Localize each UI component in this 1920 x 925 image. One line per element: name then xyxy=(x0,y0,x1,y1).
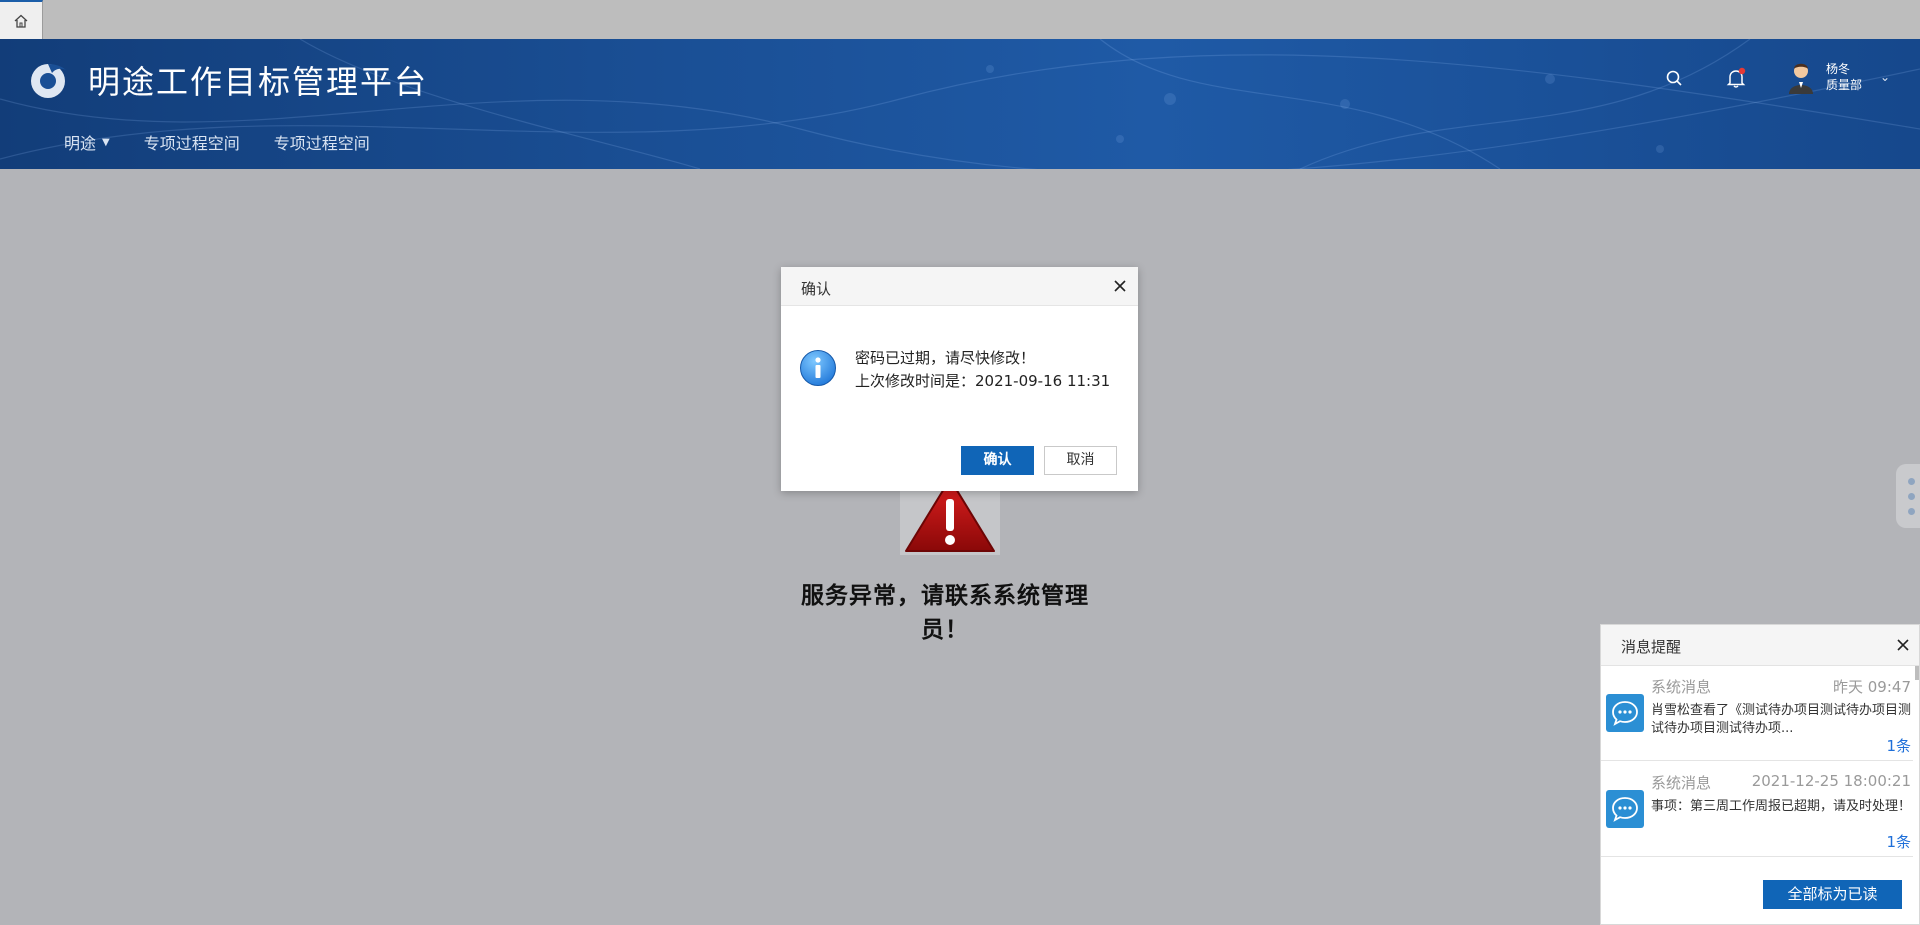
chat-icon xyxy=(1606,694,1644,732)
nav-item-mingtu[interactable]: 明途 ▼ xyxy=(64,130,110,154)
message-type: 系统消息 xyxy=(1651,774,1712,792)
cancel-button[interactable]: 取消 xyxy=(1044,446,1117,475)
message-panel-header: 消息提醒 xyxy=(1601,625,1919,666)
main-nav: 明途 ▼ 专项过程空间 专项过程空间 xyxy=(64,130,404,154)
confirm-button[interactable]: 确认 xyxy=(961,446,1034,475)
user-name: 杨冬 xyxy=(1826,62,1851,76)
message-time: 2021-12-25 18:00:21 xyxy=(1751,772,1911,790)
caret-down-icon: ▼ xyxy=(102,136,110,148)
dialog-header: 确认 xyxy=(781,267,1138,306)
search-icon xyxy=(1666,70,1682,86)
dot-icon xyxy=(1908,493,1915,500)
nav-item-special-space-2[interactable]: 专项过程空间 xyxy=(274,130,370,154)
message-panel: 消息提醒 系统消息 昨天 09:47 肖雪松查看了《测试待办项目测试待办项目测试… xyxy=(1600,624,1920,925)
message-time: 昨天 09:47 xyxy=(1833,678,1911,696)
side-panel-handle[interactable] xyxy=(1896,464,1920,528)
close-icon xyxy=(1897,639,1909,651)
tab-strip xyxy=(0,0,1920,40)
dot-icon xyxy=(1908,508,1915,515)
logo-icon xyxy=(31,64,66,98)
info-icon xyxy=(800,350,836,386)
bell-icon xyxy=(1726,67,1746,88)
message-body: 事项：第三周工作周报已超期，请及时处理！ xyxy=(1651,799,1912,814)
nav-item-special-space-1[interactable]: 专项过程空间 xyxy=(144,130,240,154)
dialog-title: 确认 xyxy=(801,280,832,298)
dialog-close-button[interactable] xyxy=(1110,276,1130,296)
message-count[interactable]: 1条 xyxy=(1886,735,1911,756)
user-menu[interactable]: 杨冬 质量部 ⌄ xyxy=(1786,60,1890,94)
message-item[interactable]: 系统消息 2021-12-25 18:00:21 事项：第三周工作周报已超期，请… xyxy=(1601,762,1913,857)
nav-item-label: 明途 xyxy=(64,134,97,153)
user-info: 杨冬 质量部 xyxy=(1826,61,1862,93)
confirm-dialog: 确认 密码已过期，请尽快修改！ 上次修改时间是：2021-09-16 11:31… xyxy=(781,267,1138,491)
dialog-message: 密码已过期，请尽快修改！ 上次修改时间是：2021-09-16 11:31 xyxy=(855,347,1110,393)
home-tab[interactable] xyxy=(0,0,43,39)
nav-item-label: 专项过程空间 xyxy=(273,134,370,153)
nav-item-label: 专项过程空间 xyxy=(143,134,240,153)
user-dept: 质量部 xyxy=(1826,78,1863,92)
search-button[interactable] xyxy=(1665,69,1683,91)
home-icon xyxy=(14,14,28,28)
avatar xyxy=(1789,63,1813,94)
dialog-message-line1: 密码已过期，请尽快修改！ xyxy=(855,349,1036,367)
dialog-message-line2: 上次修改时间是：2021-09-16 11:31 xyxy=(855,372,1111,390)
app-title: 明途工作目标管理平台 xyxy=(88,63,429,101)
mark-all-read-button[interactable]: 全部标为已读 xyxy=(1763,880,1902,909)
chevron-down-icon: ⌄ xyxy=(1880,70,1891,84)
chat-icon xyxy=(1606,790,1644,828)
message-item[interactable]: 系统消息 昨天 09:47 肖雪松查看了《测试待办项目测试待办项目测试待办项目测… xyxy=(1601,666,1913,761)
message-body: 肖雪松查看了《测试待办项目测试待办项目测试待办项目测试待办项... xyxy=(1651,703,1912,736)
scrollbar[interactable] xyxy=(1915,666,1919,680)
brand[interactable]: 明途工作目标管理平台 xyxy=(28,57,428,103)
dot-icon xyxy=(1908,478,1915,485)
notifications-button[interactable] xyxy=(1725,67,1747,93)
app-header: 明途工作目标管理平台 明途 ▼ 专项过程空间 专项过程空间 杨冬 质量部 ⌄ xyxy=(0,39,1920,169)
error-message: 服务异常，请联系系统管理员！ xyxy=(801,583,1089,643)
message-panel-close-button[interactable] xyxy=(1893,635,1913,655)
message-count[interactable]: 1条 xyxy=(1886,831,1911,852)
message-panel-title: 消息提醒 xyxy=(1621,638,1682,656)
message-type: 系统消息 xyxy=(1651,678,1712,696)
close-icon xyxy=(1114,280,1126,292)
